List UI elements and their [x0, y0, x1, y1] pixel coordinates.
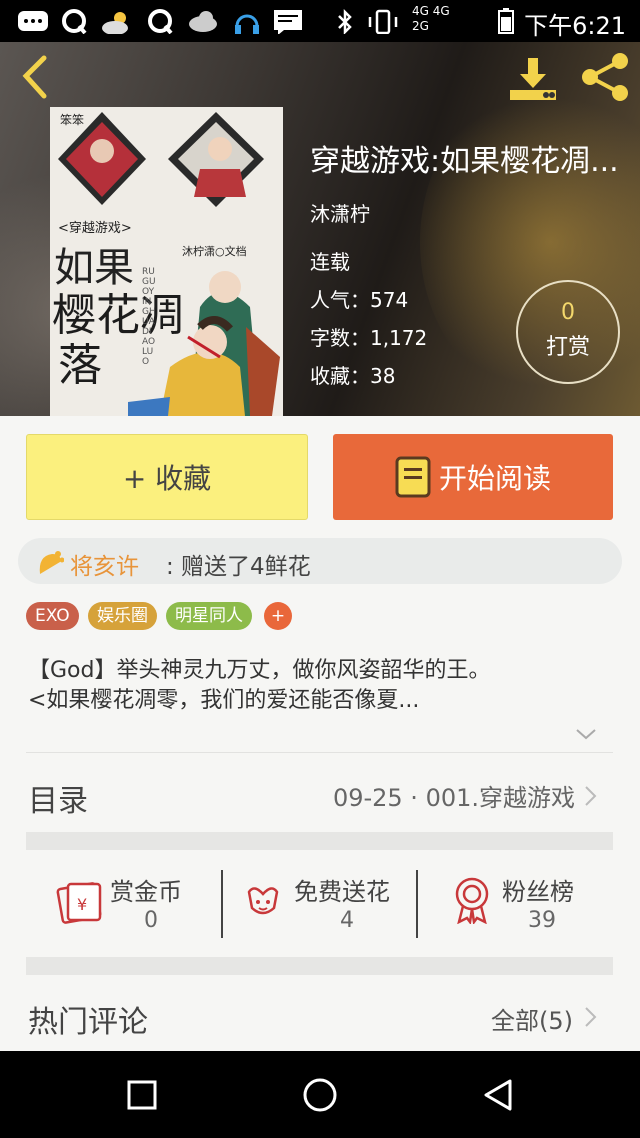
tip-button[interactable]: 0 打赏: [516, 280, 620, 384]
back-button[interactable]: [14, 52, 58, 102]
tip-label: 打赏: [545, 335, 590, 360]
hot-comments-row[interactable]: 热门评论 全部(5): [26, 985, 613, 1047]
cover-corner-mark: 笨笨: [60, 113, 85, 127]
stat-value: 39: [528, 908, 556, 933]
toc-latest-chapter: 09-25 · 001.穿越游戏: [332, 784, 575, 812]
stat-label: 粉丝榜: [502, 878, 574, 906]
cover-credit: 沐柠潇○文档: [182, 245, 247, 258]
svg-text:¥: ¥: [77, 895, 87, 914]
back-nav-icon[interactable]: [480, 1077, 516, 1113]
weather-sun-icon: [102, 12, 128, 34]
table-of-contents-row[interactable]: 目录 09-25 · 001.穿越游戏: [26, 760, 613, 830]
bluetooth-icon: [338, 8, 352, 34]
chevron-left-icon: [22, 55, 47, 99]
qq-icon: [62, 9, 87, 34]
flower-icon: [247, 887, 279, 915]
cloud-icon: [189, 11, 217, 32]
section-separator: [26, 832, 613, 850]
gift-user[interactable]: 将亥许: [70, 547, 139, 581]
wordcount-stat: 字数：1,172: [310, 326, 428, 350]
message-icon: [18, 11, 48, 31]
chat-icon: [274, 10, 302, 34]
start-reading-label: 开始阅读: [438, 462, 551, 495]
stat-label: 免费送花: [294, 878, 390, 906]
book-header: 笨笨 <穿越游戏> 如果 樱花凋 落 RUGUOYINGHUA DIAOLUO …: [0, 42, 640, 416]
tag-celebrity-fanfic[interactable]: 明星同人: [166, 602, 252, 630]
hot-comments-label: 热门评论: [28, 1005, 148, 1040]
stat-divider: [416, 870, 418, 938]
all-comments-link[interactable]: 全部(5): [491, 1001, 573, 1036]
add-tag-button[interactable]: +: [264, 602, 292, 630]
download-icon: [510, 58, 556, 100]
chevron-right-icon: [585, 1007, 597, 1027]
author-link[interactable]: 沐潇柠: [310, 198, 370, 227]
free-flower-button[interactable]: 免费送花 4: [244, 868, 414, 938]
signal-indicator: 4G 4G 2G: [412, 4, 486, 38]
gold-coin-reward-button[interactable]: ¥ 赏金币 0: [56, 868, 216, 938]
add-favorite-button[interactable]: + 收藏: [26, 434, 308, 520]
vibrate-icon: [368, 9, 398, 34]
description-line-1: 【God】举头神灵九万丈，做你风姿韶华的王。: [28, 658, 491, 683]
gift-text: : 赠送了4鲜花: [166, 554, 311, 580]
favorites-stat: 收藏：38: [310, 364, 396, 388]
divider: [26, 752, 613, 753]
book-description[interactable]: 【God】举头神灵九万丈，做你风姿韶华的王。 <如果樱花凋零，我们的爱还能否像夏…: [28, 656, 618, 716]
book-icon: [395, 456, 431, 498]
home-icon[interactable]: [302, 1077, 338, 1113]
system-nav-bar: [0, 1051, 640, 1138]
network-label: 4G 4G: [412, 4, 450, 18]
popularity-stat: 人气：574: [310, 288, 409, 312]
qq-icon-2: [148, 9, 173, 34]
section-separator: [26, 957, 613, 975]
recent-apps-icon[interactable]: [126, 1079, 158, 1111]
fan-ranking-button[interactable]: 粉丝榜 39: [452, 868, 602, 938]
share-button[interactable]: [578, 50, 632, 104]
expand-chevron-down-icon[interactable]: [574, 726, 598, 742]
cover-pinyin: RUGUOYINGHUA DIAOLUO: [142, 267, 156, 367]
tip-count: 0: [561, 300, 575, 325]
chevron-right-icon: [585, 786, 597, 806]
network-sub-label: 2G: [412, 19, 429, 33]
toc-label: 目录: [28, 784, 88, 819]
clock: 下午6:21: [524, 12, 626, 40]
status-bar: 4G 4G 2G 下午6:21: [0, 0, 640, 42]
stat-divider: [221, 870, 223, 938]
book-title: 穿越游戏:如果樱花凋...: [310, 144, 619, 179]
cover-title-line3: 落: [58, 340, 102, 391]
start-reading-button[interactable]: 开始阅读: [333, 434, 613, 520]
stat-value: 0: [144, 908, 158, 933]
share-icon: [582, 53, 628, 101]
stat-value: 4: [340, 908, 354, 933]
description-line-2: <如果樱花凋零，我们的爱还能否像夏...: [28, 688, 420, 713]
add-favorite-label: + 收藏: [122, 462, 212, 495]
battery-icon: [498, 8, 514, 34]
serial-status: 连载: [310, 250, 350, 274]
award-medal-icon: [455, 877, 489, 924]
headset-icon: [235, 14, 259, 34]
tag-entertainment[interactable]: 娱乐圈: [88, 602, 157, 630]
book-cover[interactable]: 笨笨 <穿越游戏> 如果 樱花凋 落 RUGUOYINGHUA DIAOLUO …: [50, 107, 283, 416]
download-button[interactable]: [506, 50, 560, 104]
flower-gift-icon: [39, 551, 64, 574]
cover-subtitle: <穿越游戏>: [58, 221, 132, 236]
red-envelope-icon: ¥: [56, 882, 102, 924]
tag-exo[interactable]: EXO: [26, 602, 79, 630]
stat-label: 赏金币: [110, 878, 182, 906]
gift-notice[interactable]: 将亥许 : 赠送了4鲜花: [18, 538, 622, 584]
